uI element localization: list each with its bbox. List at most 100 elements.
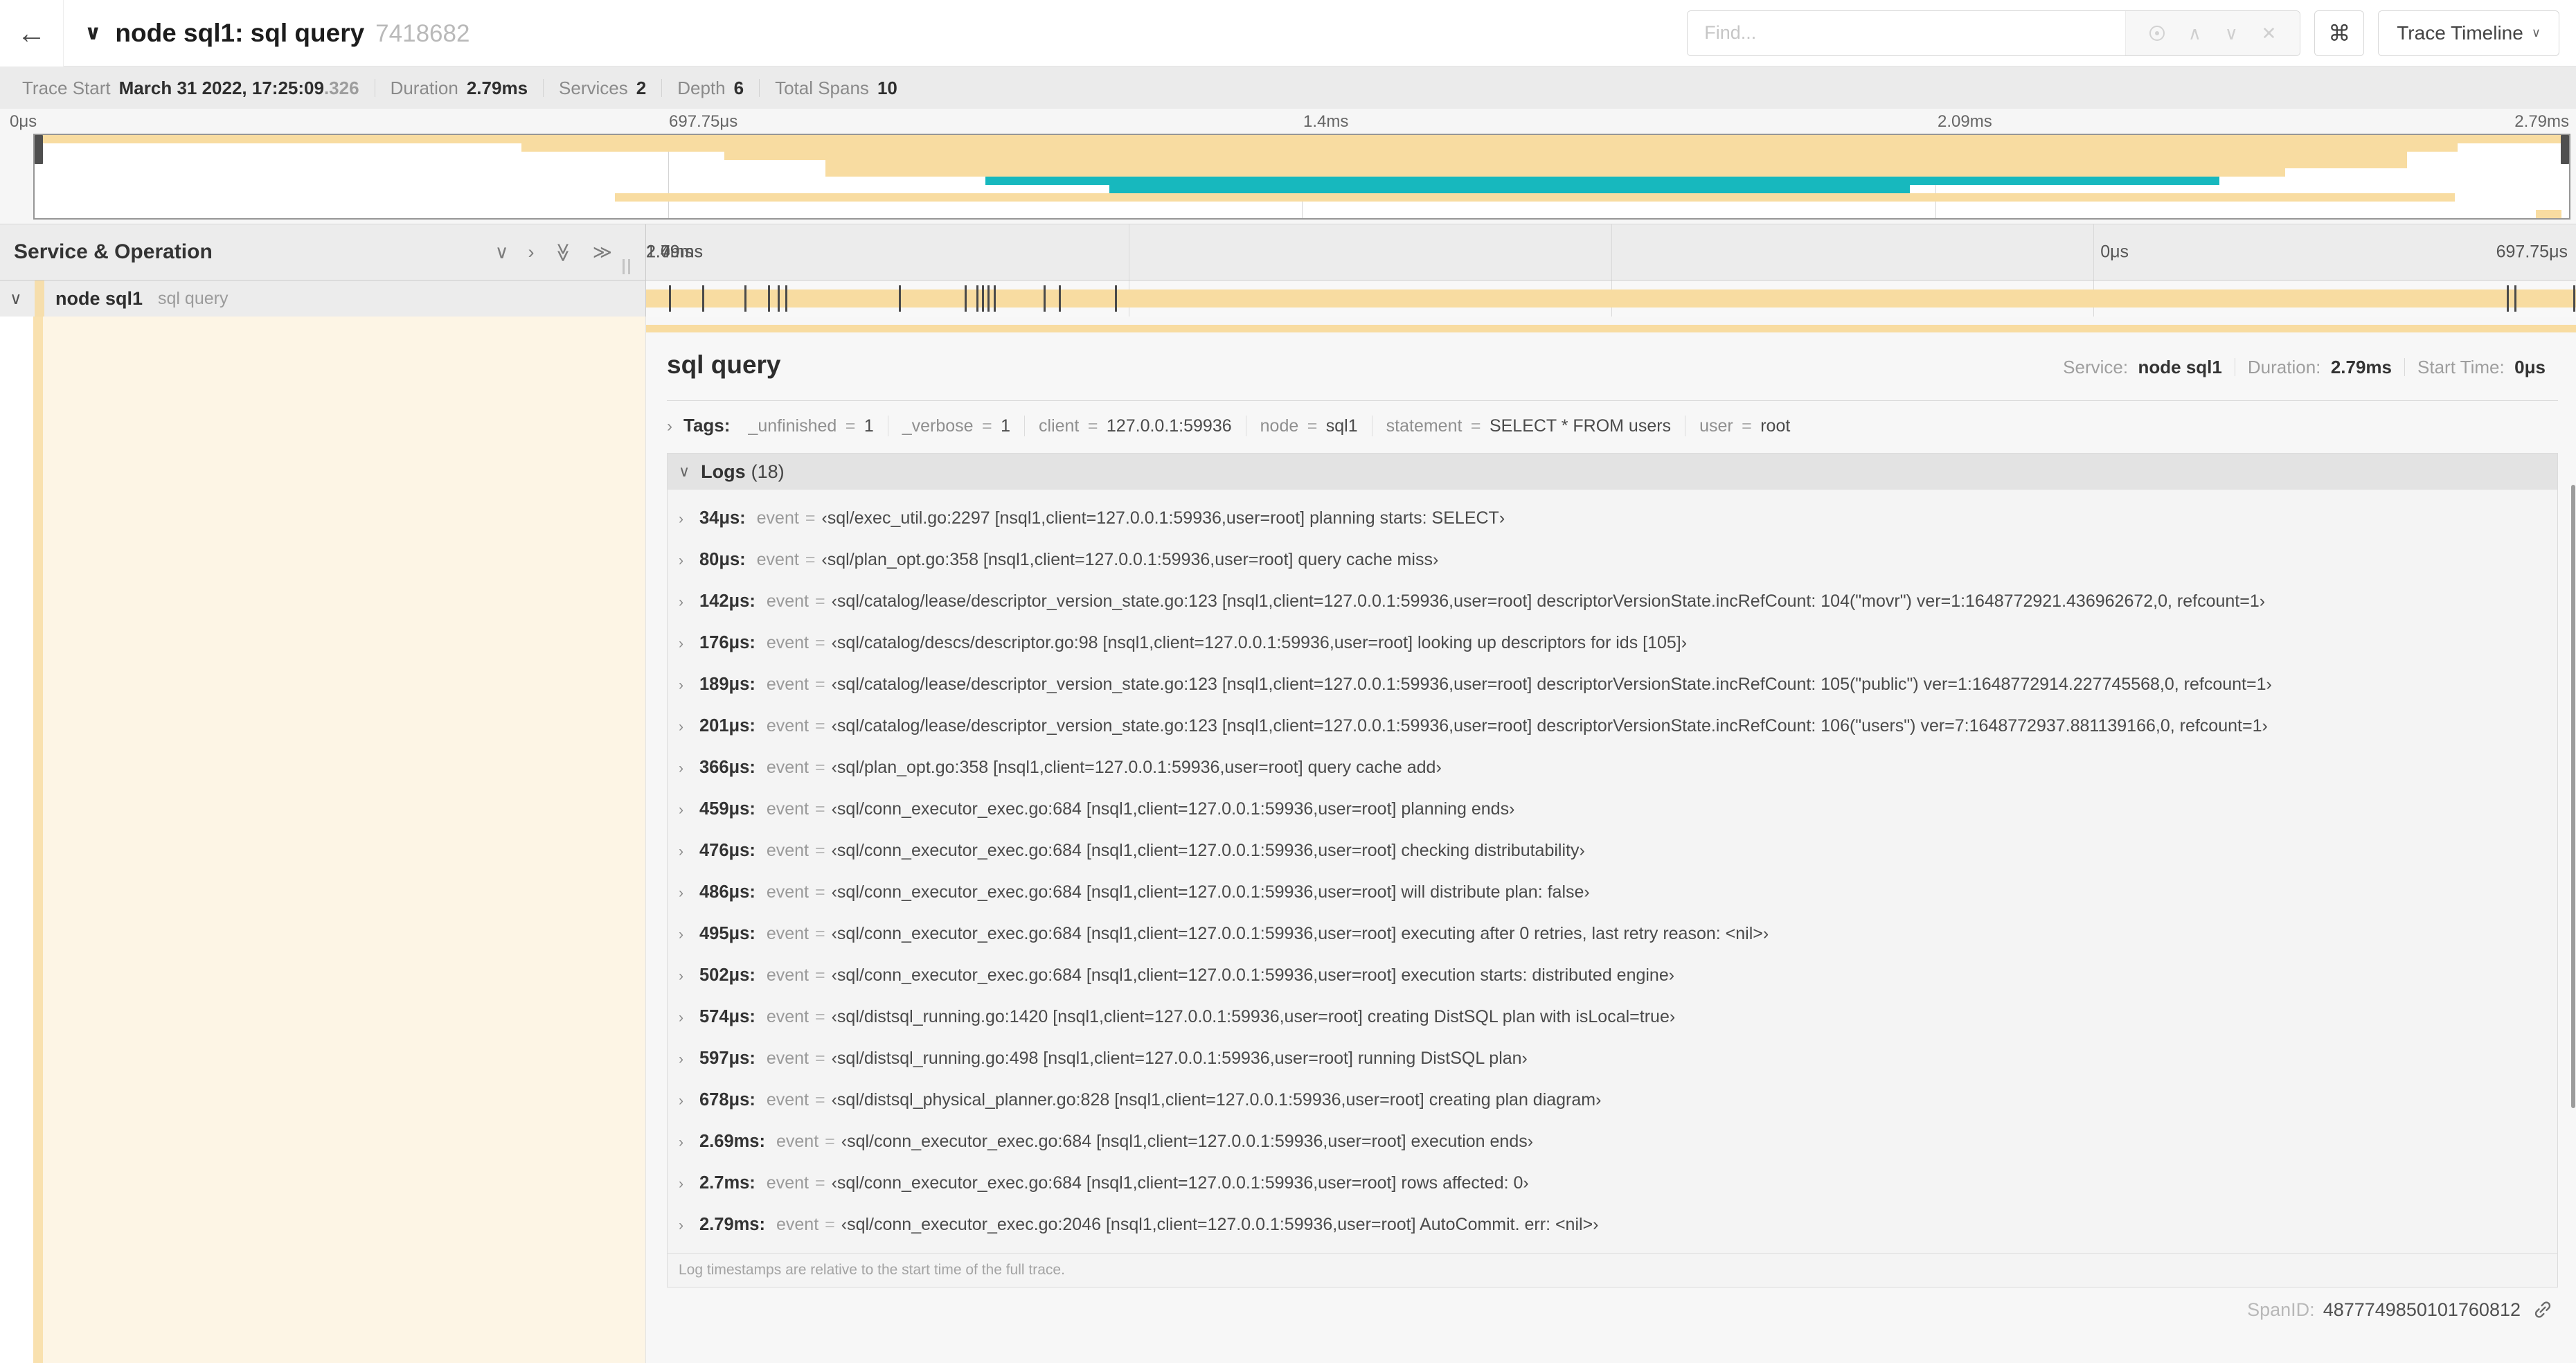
- log-expand-chevron-icon[interactable]: ›: [679, 677, 699, 694]
- log-field-value: ‹sql/catalog/descs/descriptor.go:98 [nsq…: [831, 633, 1688, 652]
- minimap-left-handle[interactable]: [35, 135, 43, 164]
- collapse-all-icon[interactable]: ≫: [553, 242, 574, 262]
- logs-count: (18): [751, 461, 785, 482]
- logs-section: ∨ Logs (18) › 34μs: event = ‹sql/exec_ut…: [667, 453, 2558, 1288]
- summary-label: Total Spans: [775, 77, 869, 98]
- log-event-tick: [1115, 285, 1118, 312]
- log-expand-chevron-icon[interactable]: ›: [679, 636, 699, 652]
- log-expand-chevron-icon[interactable]: ›: [679, 511, 699, 528]
- trace-collapse-chevron-icon[interactable]: ∨: [84, 21, 101, 45]
- log-row[interactable]: › 502μs: event = ‹sql/conn_executor_exec…: [679, 955, 2557, 997]
- expand-all-icon[interactable]: ≫: [593, 242, 612, 263]
- log-expand-chevron-icon[interactable]: ›: [679, 1093, 699, 1110]
- vertical-scrollbar-thumb[interactable]: [2571, 485, 2575, 1108]
- find-input[interactable]: [1688, 10, 2126, 55]
- back-button[interactable]: ←: [0, 0, 64, 66]
- log-field-value: ‹sql/conn_executor_exec.go:684 [nsql1,cl…: [831, 882, 1590, 902]
- span-name-cell[interactable]: ∨ node sql1 sql query: [0, 280, 646, 317]
- tag-item: _unfinished = 1: [734, 416, 887, 436]
- log-event-tick: [1044, 285, 1046, 312]
- log-row[interactable]: › 366μs: event = ‹sql/plan_opt.go:358 [n…: [679, 747, 2557, 789]
- find-prev-icon[interactable]: ∧: [2188, 24, 2201, 42]
- log-field-key: event: [766, 591, 809, 611]
- tag-key: user: [1699, 416, 1733, 436]
- find-box: ∧ ∨ ✕: [1687, 10, 2301, 56]
- log-timestamp: 597μs:: [699, 1049, 755, 1068]
- summary-value-suffix: .326: [323, 77, 359, 98]
- log-expand-chevron-icon[interactable]: ›: [679, 802, 699, 819]
- find-clear-icon[interactable]: ✕: [2262, 24, 2277, 42]
- expand-one-icon[interactable]: ›: [528, 242, 534, 263]
- log-row[interactable]: › 678μs: event = ‹sql/distsql_physical_p…: [679, 1080, 2557, 1121]
- detail-field-label: Start Time:: [2417, 357, 2505, 377]
- tags-row[interactable]: › Tags: _unfinished = 1 _verbose = 1 cli…: [667, 415, 2558, 436]
- span-detail-panel: sql query Service: node sql1 Duration: 2…: [646, 317, 2576, 1363]
- log-expand-chevron-icon[interactable]: ›: [679, 1010, 699, 1026]
- log-expand-chevron-icon[interactable]: ›: [679, 594, 699, 611]
- log-expand-chevron-icon[interactable]: ›: [679, 885, 699, 902]
- log-row[interactable]: › 2.7ms: event = ‹sql/conn_executor_exec…: [679, 1163, 2557, 1204]
- log-expand-chevron-icon[interactable]: ›: [679, 1218, 699, 1234]
- logs-header[interactable]: ∨ Logs (18): [668, 454, 2557, 490]
- minimap-time-label: 697.75μs: [669, 112, 738, 131]
- locate-icon[interactable]: [2149, 25, 2165, 41]
- log-expand-chevron-icon[interactable]: ›: [679, 1134, 699, 1151]
- tags-expand-chevron-icon[interactable]: ›: [667, 417, 672, 436]
- keyboard-shortcuts-button[interactable]: ⌘: [2314, 10, 2365, 56]
- chevron-down-icon: ∨: [2531, 26, 2541, 39]
- log-event-tick: [1059, 285, 1062, 312]
- log-expand-chevron-icon[interactable]: ›: [679, 844, 699, 860]
- tag-value: sql1: [1325, 416, 1358, 436]
- log-row[interactable]: › 201μs: event = ‹sql/catalog/lease/desc…: [679, 706, 2557, 747]
- log-expand-chevron-icon[interactable]: ›: [679, 760, 699, 777]
- log-equals: =: [815, 1090, 825, 1110]
- log-row[interactable]: › 2.69ms: event = ‹sql/conn_executor_exe…: [679, 1121, 2557, 1163]
- summary-value: 2.79ms: [466, 77, 528, 98]
- ruler-time-label: 2.79ms: [646, 242, 703, 262]
- minimap-canvas[interactable]: [33, 134, 2570, 220]
- detail-field-label: Duration:: [2247, 357, 2321, 377]
- log-event-tick: [669, 285, 672, 312]
- column-resizer-grip[interactable]: [623, 259, 630, 274]
- deep-link-icon[interactable]: [2532, 1299, 2554, 1321]
- logs-collapse-chevron-icon[interactable]: ∨: [679, 463, 690, 481]
- logs-list: › 34μs: event = ‹sql/exec_util.go:2297 […: [668, 490, 2557, 1253]
- collapse-one-icon[interactable]: ∨: [495, 242, 509, 263]
- ruler-gridline: [2093, 224, 2095, 280]
- detail-field-value: 0μs: [2514, 357, 2546, 377]
- trace-view-select[interactable]: Trace Timeline ∨: [2378, 10, 2559, 56]
- log-expand-chevron-icon[interactable]: ›: [679, 1176, 699, 1193]
- log-field-value: ‹sql/conn_executor_exec.go:684 [nsql1,cl…: [831, 1173, 1529, 1193]
- log-expand-chevron-icon[interactable]: ›: [679, 553, 699, 569]
- log-row[interactable]: › 2.79ms: event = ‹sql/conn_executor_exe…: [679, 1204, 2557, 1246]
- span-collapse-chevron-icon[interactable]: ∨: [10, 289, 30, 309]
- log-expand-chevron-icon[interactable]: ›: [679, 927, 699, 943]
- log-event-tick: [2514, 285, 2516, 312]
- log-field-value: ‹sql/plan_opt.go:358 [nsql1,client=127.0…: [821, 550, 1439, 569]
- log-field-key: event: [766, 882, 809, 902]
- log-row[interactable]: › 459μs: event = ‹sql/conn_executor_exec…: [679, 789, 2557, 830]
- log-field-value: ‹sql/catalog/lease/descriptor_version_st…: [831, 716, 2268, 736]
- log-event-tick: [987, 285, 990, 312]
- detail-header: sql query Service: node sql1 Duration: 2…: [667, 350, 2558, 380]
- log-timestamp: 142μs:: [699, 591, 755, 611]
- log-expand-chevron-icon[interactable]: ›: [679, 968, 699, 985]
- log-row[interactable]: › 574μs: event = ‹sql/distsql_running.go…: [679, 997, 2557, 1038]
- log-row[interactable]: › 189μs: event = ‹sql/catalog/lease/desc…: [679, 664, 2557, 706]
- log-row[interactable]: › 34μs: event = ‹sql/exec_util.go:2297 […: [679, 498, 2557, 540]
- log-row[interactable]: › 486μs: event = ‹sql/conn_executor_exec…: [679, 872, 2557, 914]
- log-row[interactable]: › 80μs: event = ‹sql/plan_opt.go:358 [ns…: [679, 540, 2557, 581]
- span-timeline-cell[interactable]: [646, 280, 2576, 317]
- log-row[interactable]: › 597μs: event = ‹sql/distsql_running.go…: [679, 1038, 2557, 1080]
- log-row[interactable]: › 176μs: event = ‹sql/catalog/descs/desc…: [679, 623, 2557, 664]
- log-row[interactable]: › 142μs: event = ‹sql/catalog/lease/desc…: [679, 581, 2557, 623]
- log-row[interactable]: › 476μs: event = ‹sql/conn_executor_exec…: [679, 830, 2557, 872]
- minimap-right-handle[interactable]: [2561, 135, 2569, 164]
- log-row[interactable]: › 495μs: event = ‹sql/conn_executor_exec…: [679, 914, 2557, 955]
- detail-field: Service: node sql1: [2050, 358, 2235, 376]
- find-next-icon[interactable]: ∨: [2225, 24, 2238, 42]
- log-expand-chevron-icon[interactable]: ›: [679, 1051, 699, 1068]
- log-field-value: ‹sql/conn_executor_exec.go:684 [nsql1,cl…: [831, 924, 1769, 943]
- span-duration-bar[interactable]: [646, 289, 2576, 308]
- log-expand-chevron-icon[interactable]: ›: [679, 719, 699, 736]
